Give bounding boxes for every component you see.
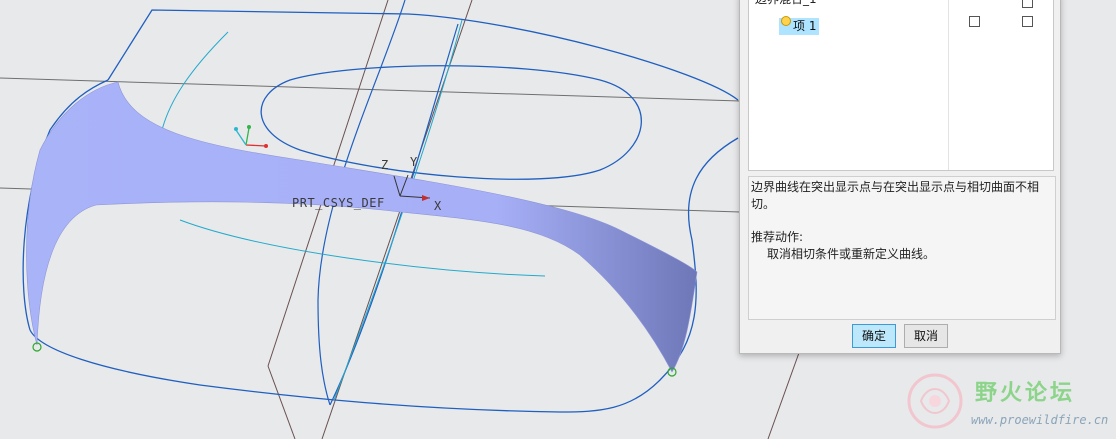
triad-y-dot: [247, 125, 251, 129]
tree-header-checkbox[interactable]: [1022, 0, 1033, 8]
item-bullet-icon: [781, 16, 791, 26]
triad-z-dot: [234, 127, 238, 131]
item-tree[interactable]: 边界混合_1 项 1: [748, 0, 1054, 171]
inner-ellipse-curve: [260, 65, 642, 180]
item-checkbox-2[interactable]: [1022, 16, 1033, 27]
ok-button[interactable]: 确定: [852, 324, 896, 348]
csys-axis-z-label: Z: [381, 158, 389, 172]
recommended-action-text: 取消相切条件或重新定义曲线。: [767, 247, 936, 261]
cancel-button[interactable]: 取消: [904, 324, 948, 348]
tree-row-boundary-blend[interactable]: 边界混合_1: [755, 0, 817, 8]
message-line-1: 边界曲线在突出显示点与在突出显示点与相切曲面不相: [751, 180, 1040, 194]
boundary-curve-top: [107, 9, 739, 101]
datum-plane-edge-4: [767, 349, 801, 439]
triad-axis-x: [245, 144, 267, 147]
triad-axis-y: [245, 127, 250, 146]
csys-axis-y-label: Y: [410, 155, 418, 169]
recommended-action-title: 推荐动作:: [751, 230, 804, 244]
csys-axis-x-label: X: [434, 199, 442, 213]
tree-column-separator: [948, 0, 949, 170]
tree-item-label: 项 1: [793, 19, 817, 33]
watermark-logo-icon: [907, 373, 963, 429]
message-line-2: 切。: [751, 197, 776, 211]
csys-label: PRT_CSYS_DEF: [292, 196, 385, 210]
triad-x-dot: [264, 144, 268, 148]
tree-row-item-1[interactable]: 项 1: [779, 16, 819, 35]
message-panel: 边界曲线在突出显示点与在突出显示点与相切曲面不相 切。 推荐动作: 取消相切条件…: [748, 176, 1056, 320]
triad-axis-z: [235, 129, 247, 146]
datum-plane-edge-2: [267, 365, 296, 439]
cyan-curve-1: [161, 31, 229, 131]
item-checkbox-1[interactable]: [969, 16, 980, 27]
watermark: 野火论坛 www.proewildfire.cn: [905, 371, 1111, 433]
boundary-blend-error-dialog: 边界混合_1 项 1 边界曲线在突出显示点与在突出显示点与相切曲面不相 切。 推…: [739, 0, 1061, 354]
cyan-curve-2: [179, 219, 546, 277]
watermark-title: 野火论坛: [975, 381, 1076, 406]
watermark-url: www.proewildfire.cn: [971, 413, 1109, 427]
